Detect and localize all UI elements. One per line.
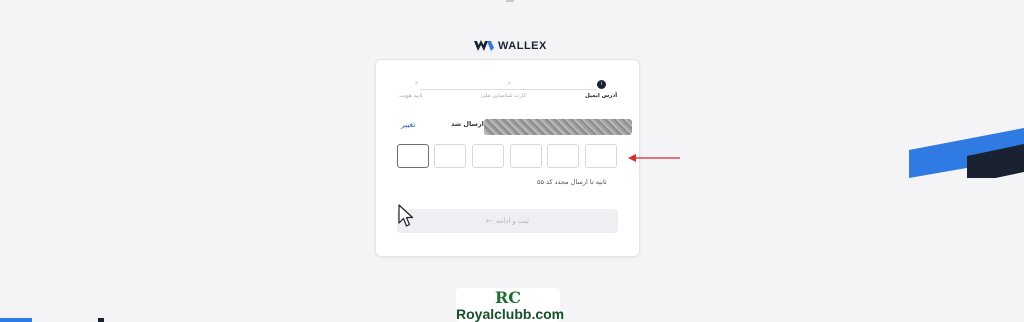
otp-digit-1[interactable] [585, 144, 617, 168]
otp-digit-3[interactable] [510, 144, 542, 168]
otp-digit-2[interactable] [547, 144, 579, 168]
sent-email-redacted [484, 119, 632, 135]
otp-digit-4[interactable] [472, 144, 504, 168]
brand-name: WALLEX [498, 40, 547, 52]
mouse-cursor-icon [398, 204, 414, 227]
brand-logo: WALLEX [474, 38, 554, 54]
otp-digit-5[interactable] [434, 144, 466, 168]
stepper-line [420, 89, 596, 90]
sent-label: ارسال شد: [451, 120, 486, 128]
arrow-left-icon: ← [485, 217, 492, 225]
resend-timer: ۵۵ ثانیه تا ارسال مجدد کد [537, 178, 607, 186]
step-2-dot: ۲ [508, 81, 511, 87]
watermark: RC Royalclubb.com [456, 288, 565, 322]
top-partial-mark [506, 0, 514, 2]
decorative-dot [98, 318, 104, 322]
change-email-link[interactable]: تغییر [401, 120, 415, 129]
step-2-label: کارت شناسایی ملی [481, 93, 527, 99]
decorative-left-bar [0, 318, 32, 322]
step-1-label: آدرس ایمیل [585, 93, 618, 99]
wallex-logo-icon [474, 40, 494, 51]
submit-label: ثبت و ادامه [495, 217, 530, 225]
submit-continue-button[interactable]: ← ثبت و ادامه [397, 209, 618, 233]
annotation-arrow-icon [628, 154, 680, 162]
watermark-text: Royalclubb.com [456, 306, 565, 322]
watermark-logo: RC [494, 288, 522, 307]
step-1-dot: ۱ [597, 80, 606, 89]
step-3-dot: ۳ [415, 81, 418, 87]
decorative-stripes [909, 128, 1024, 178]
otp-digit-6[interactable] [397, 144, 429, 168]
step-3-label: تایید هویت [399, 93, 423, 99]
